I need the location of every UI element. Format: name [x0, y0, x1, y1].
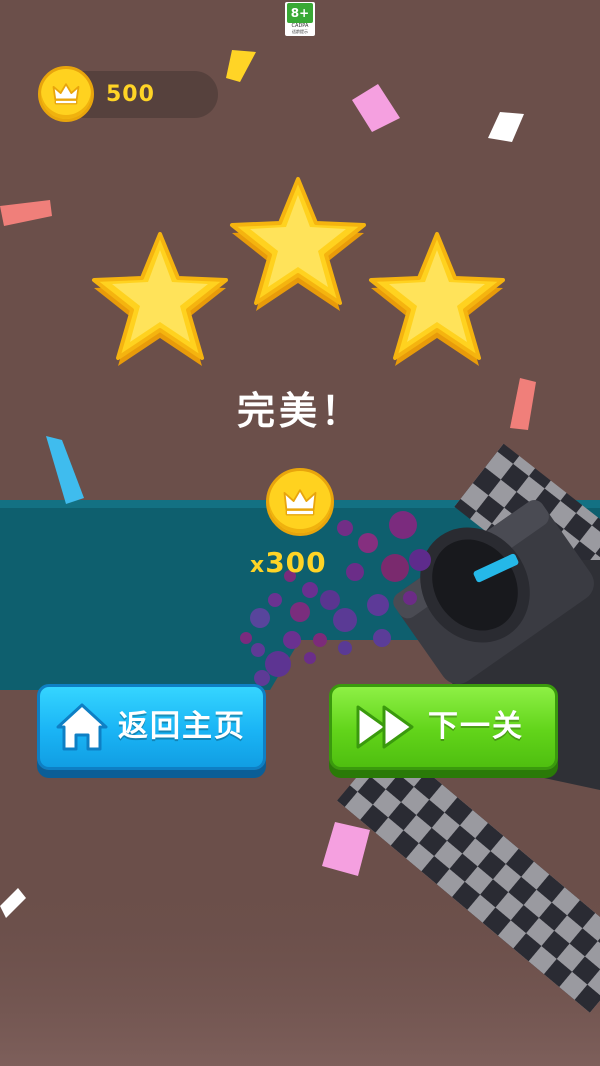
reward-amount: x300 [250, 546, 360, 579]
star-icon [369, 232, 505, 366]
star-rating [92, 177, 505, 366]
reward-coin-icon [266, 468, 334, 536]
fast-forward-icon [356, 705, 414, 749]
game-screen: 8+ CADPA 适龄提示 500 完美！ x300 返回主页 下一关 [0, 0, 600, 1066]
star-icon [230, 177, 366, 311]
next-level-button-label: 下一关 [428, 709, 524, 744]
reward-prefix: x [250, 553, 266, 578]
reward-value: 300 [265, 546, 327, 579]
next-level-button[interactable]: 下一关 [329, 684, 558, 770]
result-title: 完美！ [236, 389, 363, 433]
home-button[interactable]: 返回主页 [37, 684, 266, 770]
home-icon [56, 703, 108, 751]
star-icon [92, 232, 228, 366]
home-button-label: 返回主页 [118, 709, 246, 744]
